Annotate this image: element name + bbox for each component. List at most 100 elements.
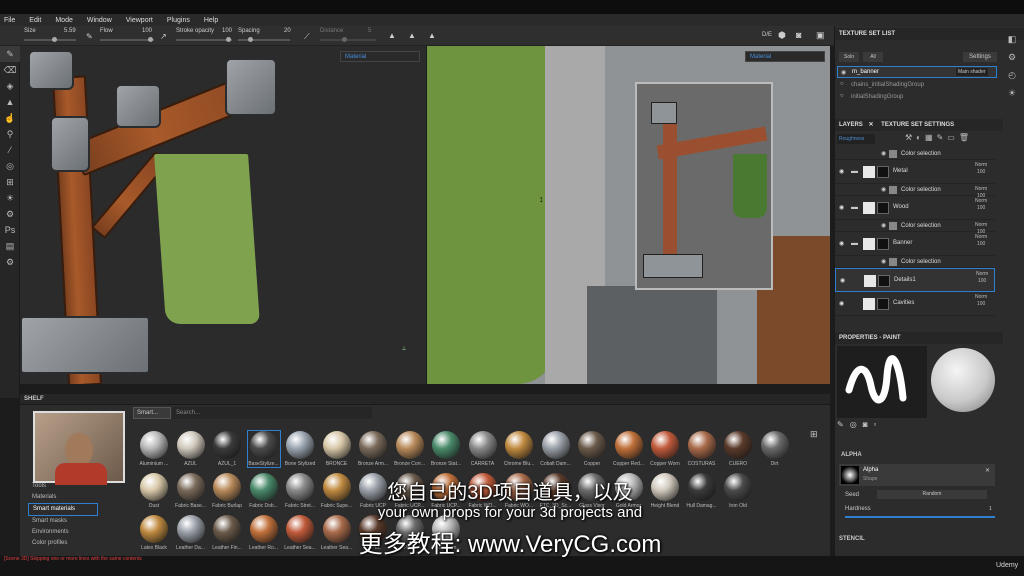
layer-opacity[interactable]: 100: [977, 205, 985, 211]
flow-value[interactable]: 100: [142, 28, 152, 34]
distance-slider[interactable]: [320, 37, 376, 42]
material-thumbnail[interactable]: COSTURAS: [686, 431, 718, 467]
hardness-slider[interactable]: [845, 516, 995, 518]
layers-dock-icon[interactable]: ◧: [1003, 30, 1021, 48]
layer-opacity[interactable]: 100: [977, 301, 985, 307]
layer-folder[interactable]: ◉ ▬ Metal Norm 100: [835, 160, 995, 184]
material-thumbnail[interactable]: Fabric Burlap: [211, 473, 243, 509]
polygon-fill-icon[interactable]: ▲: [0, 94, 20, 110]
viewport-3d-mode-select[interactable]: Material: [340, 51, 420, 62]
material-thumbnail[interactable]: Bronze Stat...: [430, 431, 462, 467]
spacing-slider[interactable]: [238, 37, 290, 42]
viewport-3d[interactable]: Material ⟂: [20, 46, 426, 384]
layer-opacity[interactable]: 100: [977, 169, 985, 175]
material-thumbnail[interactable]: Dust: [138, 473, 170, 509]
material-thumbnail[interactable]: Leather Ro...: [248, 515, 280, 551]
mask-row[interactable]: ◉ Color selection: [835, 256, 995, 268]
history-dock-icon[interactable]: ◴: [1003, 66, 1021, 84]
material-thumbnail[interactable]: AZUL_1: [211, 431, 243, 467]
shader-icon[interactable]: ⚙: [0, 206, 20, 222]
clone-icon[interactable]: ⚲: [0, 126, 20, 142]
material-thumbnail[interactable]: Cobalt Dam...: [540, 431, 572, 467]
all-button[interactable]: All: [863, 52, 883, 62]
menu-plugins[interactable]: Plugins: [167, 17, 190, 24]
visibility-eye-icon[interactable]: ◉: [839, 240, 844, 247]
layer-opacity[interactable]: 100: [977, 241, 985, 247]
menu-viewport[interactable]: Viewport: [126, 17, 153, 24]
viewport-2d-mode-select[interactable]: Material: [745, 51, 825, 62]
blend-mode[interactable]: Norm: [975, 222, 987, 228]
brush-tab-icon[interactable]: ✎: [837, 420, 850, 429]
flow-slider[interactable]: [100, 37, 154, 42]
picker-icon[interactable]: ⁄: [0, 142, 20, 158]
blend-mode[interactable]: Norm: [975, 186, 987, 192]
delete-layer-icon[interactable]: 🗑: [959, 133, 973, 142]
size-slider[interactable]: [24, 37, 76, 42]
paint-brush-icon[interactable]: ✎: [0, 46, 20, 62]
add-mask-icon[interactable]: ◐: [916, 133, 925, 142]
bake-icon[interactable]: ◎: [0, 158, 20, 174]
brush-icon[interactable]: ✎: [86, 32, 93, 41]
solo-button[interactable]: Solo: [839, 52, 859, 62]
blend-mode[interactable]: Norm: [976, 271, 988, 277]
layer-folder[interactable]: ◉ ▬ Banner Norm 100: [835, 232, 995, 256]
material-thumbnail[interactable]: Chrome Blu...: [503, 431, 535, 467]
distance-value[interactable]: 5: [368, 28, 371, 34]
menu-mode[interactable]: Mode: [55, 17, 73, 24]
material-thumbnail[interactable]: Fabric Dob...: [248, 473, 280, 509]
mask-row[interactable]: ◉ Color selection Norm 100: [835, 184, 995, 199]
material-thumbnail[interactable]: AZUL: [175, 431, 207, 467]
alpha-tab-icon[interactable]: ◙: [863, 420, 874, 429]
layer-row[interactable]: ◉ Details1 Norm 100: [835, 268, 995, 292]
mask-row[interactable]: ◉ Color selection: [835, 148, 995, 160]
mirror-icon[interactable]: ▲: [408, 31, 416, 40]
material-thumbnail[interactable]: Copper Red...: [613, 431, 645, 467]
camera-icon[interactable]: ◙: [796, 30, 801, 40]
log-icon[interactable]: ▤: [0, 238, 20, 254]
material-thumbnail[interactable]: CARRETA: [467, 431, 499, 467]
texture-set-item[interactable]: ○ chains_initialShadingGroup: [837, 80, 997, 91]
symmetry-icon[interactable]: ▲: [388, 31, 396, 40]
blend-mode[interactable]: Norm: [975, 198, 987, 204]
smudge-icon[interactable]: ☝: [0, 110, 20, 126]
spacing-value[interactable]: 20: [284, 28, 291, 34]
material-thumbnail[interactable]: Leather Da...: [175, 515, 207, 551]
eraser-icon[interactable]: ⌫: [0, 62, 20, 78]
add-effect-icon[interactable]: ⚒: [905, 133, 916, 142]
menu-help[interactable]: Help: [204, 17, 218, 24]
material-thumbnail[interactable]: CUERO: [722, 431, 754, 467]
material-thumbnail[interactable]: Aluminium ...: [138, 431, 170, 467]
properties-dock-icon[interactable]: ⚙: [1003, 48, 1021, 66]
display-icon[interactable]: ☀: [0, 190, 20, 206]
blend-mode[interactable]: Norm: [975, 234, 987, 240]
material-tab-icon[interactable]: ◎: [850, 420, 863, 429]
category-smart-masks[interactable]: Smart masks: [28, 516, 98, 527]
grid-view-icon[interactable]: ⊞: [810, 429, 818, 440]
camera-align-icon[interactable]: ▲: [428, 31, 436, 40]
visibility-eye-icon[interactable]: ◉: [839, 300, 844, 307]
material-thumbnail[interactable]: Fabric Base...: [175, 473, 207, 509]
display-dock-icon[interactable]: ☀: [1003, 84, 1021, 102]
grid-icon[interactable]: ⊞: [0, 174, 20, 190]
material-thumbnail[interactable]: BRONCE: [321, 431, 353, 467]
shelf-tab-smart[interactable]: Smart...: [133, 407, 171, 419]
category-smart-materials[interactable]: Smart materials: [28, 503, 98, 516]
blend-mode[interactable]: Norm: [975, 294, 987, 300]
add-fill-icon[interactable]: ▦: [925, 133, 937, 142]
visibility-eye-icon[interactable]: ◉: [840, 277, 845, 284]
menu-edit[interactable]: Edit: [29, 17, 41, 24]
category-materials[interactable]: Materials: [28, 492, 98, 503]
material-thumbnail[interactable]: Latex Black: [138, 515, 170, 551]
reference-image[interactable]: [635, 82, 773, 290]
material-thumbnail[interactable]: Bone Stylized: [284, 431, 316, 467]
material-thumbnail[interactable]: Bronze Corr...: [394, 431, 426, 467]
category-environments[interactable]: Environments: [28, 527, 98, 538]
material-thumbnail[interactable]: Copper Worn: [649, 431, 681, 467]
alpha-slot[interactable]: Alpha Shape ✕: [839, 464, 995, 486]
menu-window[interactable]: Window: [87, 17, 112, 24]
material-thumbnail[interactable]: Leather Fin...: [211, 515, 243, 551]
visibility-eye-icon[interactable]: ◉: [839, 204, 844, 211]
screenshot-icon[interactable]: ▣: [816, 30, 825, 41]
visibility-eye-icon[interactable]: ◉: [839, 168, 844, 175]
view-toggle[interactable]: D/E: [762, 32, 772, 38]
